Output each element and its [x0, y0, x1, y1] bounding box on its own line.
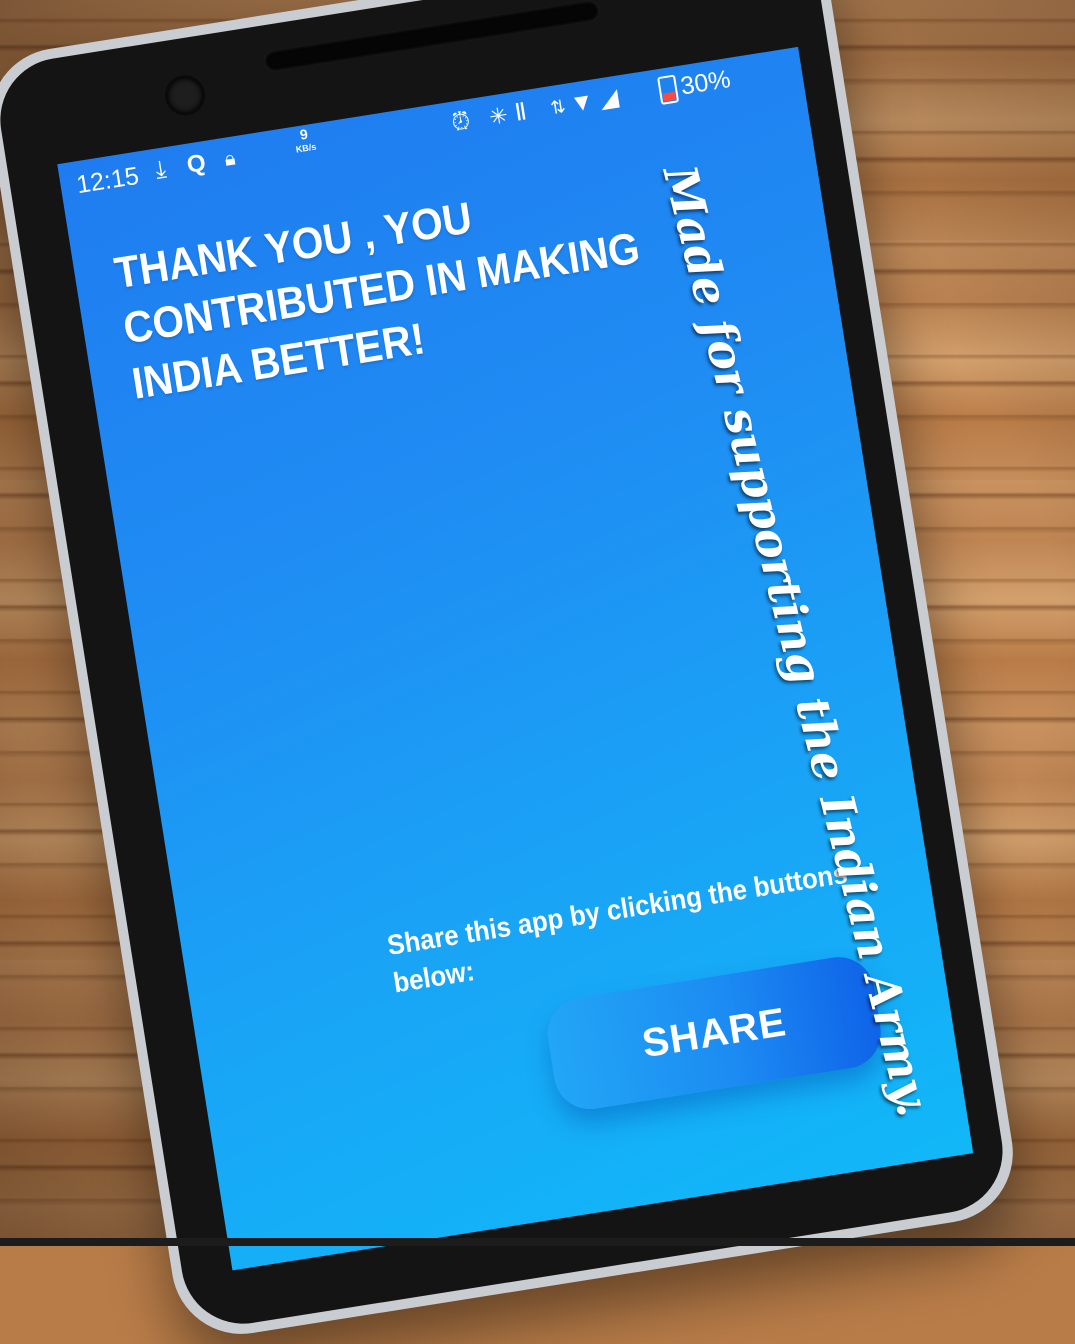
- net-speed: 9 KB/s: [293, 126, 318, 157]
- phone-body: 12:15 ⤓ Q 🔒︎ 9 KB/s ⏰︎ ✳ Ⅱ ⇅ ▼ ◢ 30% THA…: [0, 0, 1023, 1344]
- wifi-icon: ▼: [568, 87, 596, 119]
- earpiece-speaker: [262, 0, 602, 74]
- phone-face: 12:15 ⤓ Q 🔒︎ 9 KB/s ⏰︎ ✳ Ⅱ ⇅ ▼ ◢ 30% THA…: [0, 0, 1012, 1333]
- q-app-icon: Q: [184, 149, 208, 179]
- net-speed-unit: KB/s: [295, 141, 317, 155]
- signal-icon: ◢: [597, 83, 621, 114]
- status-time: 12:15: [74, 161, 141, 200]
- battery-icon: [657, 74, 680, 105]
- download-icon: ⤓: [153, 155, 169, 184]
- thank-you-headline: THANK YOU , YOU CONTRIBUTED IN MAKING IN…: [111, 193, 644, 409]
- vibrate-icon: Ⅱ: [512, 98, 529, 127]
- wifi-lock-icon: 🔒︎: [222, 147, 237, 171]
- alarm-icon: ⏰︎: [449, 107, 473, 137]
- share-button[interactable]: SHARE: [542, 951, 886, 1115]
- app-screen: 12:15 ⤓ Q 🔒︎ 9 KB/s ⏰︎ ✳ Ⅱ ⇅ ▼ ◢ 30% THA…: [57, 46, 974, 1271]
- battery-percent: 30%: [678, 65, 733, 101]
- front-camera-icon: [165, 75, 205, 115]
- bottom-edge: [0, 1238, 1075, 1246]
- data-arrows-icon: ⇅: [549, 96, 568, 119]
- bluetooth-icon: ✳: [487, 102, 510, 130]
